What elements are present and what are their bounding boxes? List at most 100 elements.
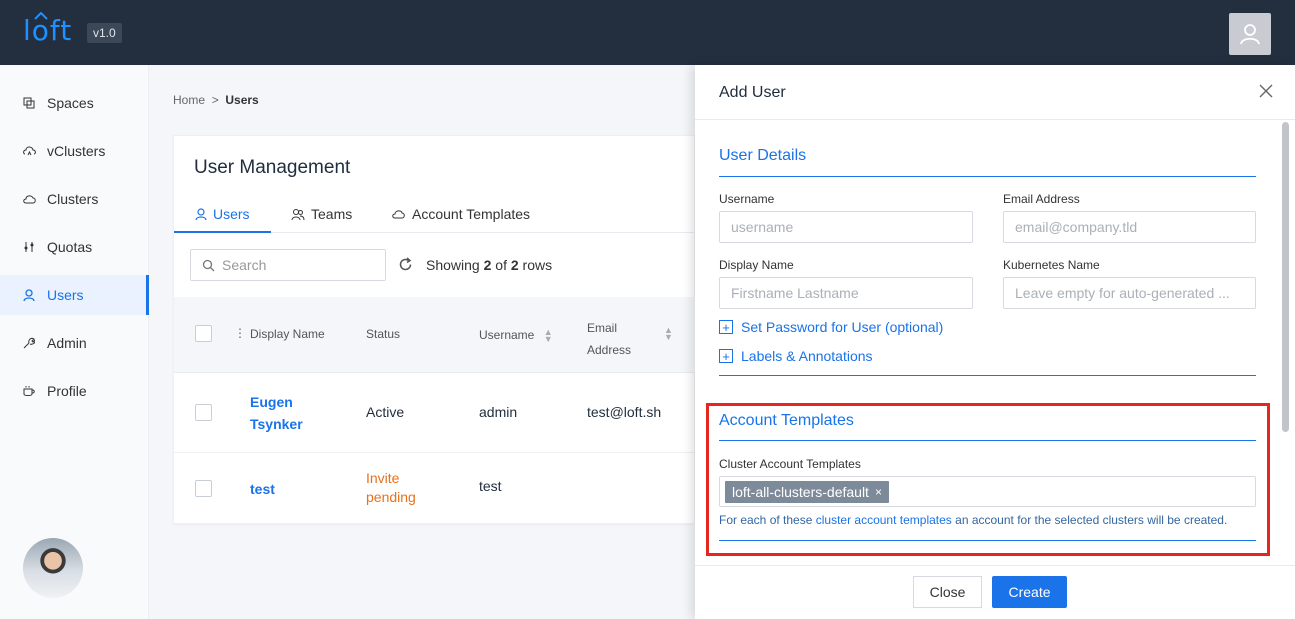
divider [719, 540, 1256, 541]
status-line: Invite [366, 470, 400, 486]
tab-account-templates[interactable]: Account Templates [392, 206, 530, 222]
section-title-account-templates: Account Templates [719, 412, 854, 429]
name-line: Eugen [250, 394, 293, 410]
divider [719, 375, 1256, 376]
create-button[interactable]: Create [992, 576, 1067, 608]
team-icon [291, 208, 305, 220]
column-header-status[interactable]: Status [366, 327, 400, 341]
main-content: Home > Users User Management Users Teams… [149, 65, 696, 619]
sidebar-item-admin[interactable]: Admin [0, 323, 149, 363]
email-field[interactable]: email@company.tld [1003, 211, 1256, 243]
status-badge: Invite pending [366, 469, 416, 507]
sidebar-item-clusters[interactable]: Clusters [0, 179, 149, 219]
selected-template-tag: loft-all-clusters-default × [725, 481, 889, 503]
sidebar-item-label: Profile [47, 383, 87, 399]
avatar[interactable] [23, 538, 83, 598]
name-line: Tsynker [250, 416, 303, 432]
field-placeholder: username [731, 219, 794, 235]
user-icon [195, 207, 207, 220]
breadcrumb: Home > Users [173, 93, 259, 107]
sidebar-item-users[interactable]: Users [0, 275, 149, 315]
divider [719, 440, 1256, 441]
sidebar-item-vclusters[interactable]: vClusters [0, 131, 149, 171]
column-header-email[interactable]: Email Address [587, 317, 631, 361]
drawer-footer: Close Create [695, 565, 1295, 619]
showing-suffix: rows [522, 257, 553, 273]
sidebar-item-profile[interactable]: Profile [0, 371, 149, 411]
labels-annotations-toggle[interactable]: + Labels & Annotations [719, 348, 873, 364]
field-placeholder: Firstname Lastname [731, 285, 859, 301]
breadcrumb-home[interactable]: Home [173, 93, 205, 107]
field-placeholder: Leave empty for auto-generated ... [1015, 285, 1230, 301]
top-bar: lo ft v1.0 [0, 0, 1295, 65]
select-all-checkbox[interactable] [195, 325, 212, 342]
search-input[interactable]: Search [190, 249, 386, 281]
link-label: Set Password for User (optional) [741, 319, 944, 335]
column-label: Address [587, 343, 632, 357]
link-label: Labels & Annotations [741, 348, 873, 364]
cluster-account-templates-select[interactable]: loft-all-clusters-default × [719, 476, 1256, 507]
table-row[interactable]: Eugen Tsynker Active admin test@loft.sh [174, 373, 696, 453]
refresh-icon[interactable] [398, 257, 413, 277]
table-row[interactable]: test Invite pending test [174, 453, 696, 525]
user-menu-button[interactable] [1229, 13, 1271, 55]
version-badge: v1.0 [87, 23, 122, 43]
scrollbar[interactable] [1281, 122, 1290, 564]
display-name-field[interactable]: Firstname Lastname [719, 277, 973, 309]
row-checkbox[interactable] [195, 404, 212, 421]
drawer-header: Add User [695, 65, 1295, 120]
tab-label: Account Templates [412, 206, 531, 222]
sidebar-item-label: Admin [47, 335, 87, 351]
tag-label: loft-all-clusters-default [732, 484, 869, 500]
help-prefix: For each of these [719, 513, 813, 527]
plus-square-icon: + [719, 349, 733, 363]
set-password-toggle[interactable]: + Set Password for User (optional) [719, 319, 943, 335]
email-label: Email Address [1003, 192, 1080, 206]
column-label: Username [479, 328, 535, 342]
sort-icon[interactable]: ▲ ▼ [664, 326, 673, 342]
column-header-username[interactable]: Username ▲ ▼ [479, 327, 553, 343]
user-display-name-link[interactable]: Eugen Tsynker [250, 391, 303, 435]
user-icon [22, 288, 36, 302]
sidebar-item-quotas[interactable]: Quotas [0, 227, 149, 267]
kubernetes-name-field[interactable]: Leave empty for auto-generated ... [1003, 277, 1256, 309]
column-header-display-name[interactable]: Display Name [250, 327, 325, 341]
logo[interactable]: lo ft [23, 12, 72, 47]
coffee-icon [22, 385, 36, 397]
email-cell: test@loft.sh [587, 404, 662, 420]
column-menu-icon[interactable]: ⋮ [234, 326, 246, 340]
vcluster-icon [22, 145, 36, 157]
tab-users[interactable]: Users [195, 206, 250, 222]
sliders-icon [22, 241, 36, 253]
remove-tag-icon[interactable]: × [875, 485, 882, 499]
close-button[interactable]: Close [913, 576, 982, 608]
tabs: Users Teams Account Templates [174, 202, 696, 233]
field-placeholder: email@company.tld [1015, 219, 1138, 235]
showing-prefix: Showing [426, 257, 480, 273]
section-title-user-details: User Details [719, 147, 807, 164]
close-icon[interactable] [1259, 84, 1273, 103]
sidebar: Spaces vClusters Clusters Quotas Users A… [0, 65, 149, 619]
tab-teams[interactable]: Teams [291, 206, 352, 222]
username-field[interactable]: username [719, 211, 973, 243]
breadcrumb-separator: > [211, 93, 219, 107]
breadcrumb-current: Users [225, 93, 259, 107]
cluster-account-templates-link[interactable]: cluster account templates [816, 513, 952, 527]
row-checkbox[interactable] [195, 480, 212, 497]
sidebar-item-spaces[interactable]: Spaces [0, 83, 149, 123]
user-display-name-link[interactable]: test [250, 478, 275, 500]
spaces-icon [22, 97, 36, 109]
display-name-label: Display Name [719, 258, 794, 272]
username-cell: test [479, 478, 502, 494]
user-icon [1240, 24, 1260, 45]
tab-label: Teams [311, 206, 353, 222]
sidebar-item-label: Quotas [47, 239, 93, 255]
showing-count: 2 [483, 257, 492, 273]
sort-icon[interactable]: ▲ ▼ [544, 327, 553, 343]
status-line: pending [366, 489, 416, 505]
status-text: Active [366, 404, 405, 420]
username-label: Username [719, 192, 775, 206]
sidebar-item-label: Clusters [47, 191, 99, 207]
scrollbar-thumb[interactable] [1282, 122, 1289, 432]
showing-of: of [495, 257, 507, 273]
